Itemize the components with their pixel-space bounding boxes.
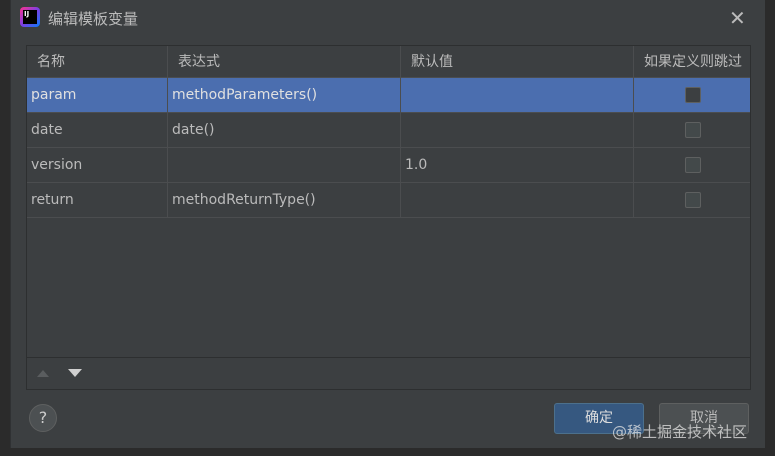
default-cell[interactable] [401,78,634,112]
skip-checkbox[interactable] [685,157,701,173]
column-header-expression[interactable]: 表达式 [168,46,401,77]
skip-checkbox[interactable] [685,122,701,138]
edit-template-variables-dialog: IJ 编辑模板变量 ✕ 名称 表达式 默认值 如果定义则跳过 param met… [10,0,765,448]
column-header-name[interactable]: 名称 [27,46,168,77]
column-header-skip[interactable]: 如果定义则跳过 [634,46,750,77]
move-down-icon[interactable] [68,369,82,377]
expression-cell[interactable]: methodParameters() [168,78,401,112]
name-cell[interactable]: version [27,148,168,182]
column-header-default[interactable]: 默认值 [401,46,634,77]
expression-cell[interactable]: date() [168,113,401,147]
watermark: @稀土掘金技术社区 [612,423,748,441]
move-up-icon [37,370,49,377]
dialog-title: 编辑模板变量 [48,10,139,28]
skip-checkbox[interactable] [685,192,701,208]
variables-table: 名称 表达式 默认值 如果定义则跳过 param methodParameter… [26,45,751,390]
name-cell[interactable]: param [27,78,168,112]
expression-cell[interactable] [168,148,401,182]
default-cell[interactable] [401,113,634,147]
help-button[interactable]: ? [29,404,57,432]
default-cell[interactable] [401,183,634,217]
table-row[interactable]: return methodReturnType() [27,183,750,218]
table-header: 名称 表达式 默认值 如果定义则跳过 [27,46,750,78]
table-row[interactable]: date date() [27,113,750,148]
table-toolbar [27,357,750,389]
expression-cell[interactable]: methodReturnType() [168,183,401,217]
name-cell[interactable]: return [27,183,168,217]
table-row[interactable]: version 1.0 [27,148,750,183]
close-icon[interactable]: ✕ [729,6,746,30]
default-cell[interactable]: 1.0 [401,148,634,182]
intellij-logo-icon: IJ [20,7,40,27]
skip-checkbox[interactable] [685,87,701,103]
name-cell[interactable]: date [27,113,168,147]
table-row[interactable]: param methodParameters() [27,78,750,113]
